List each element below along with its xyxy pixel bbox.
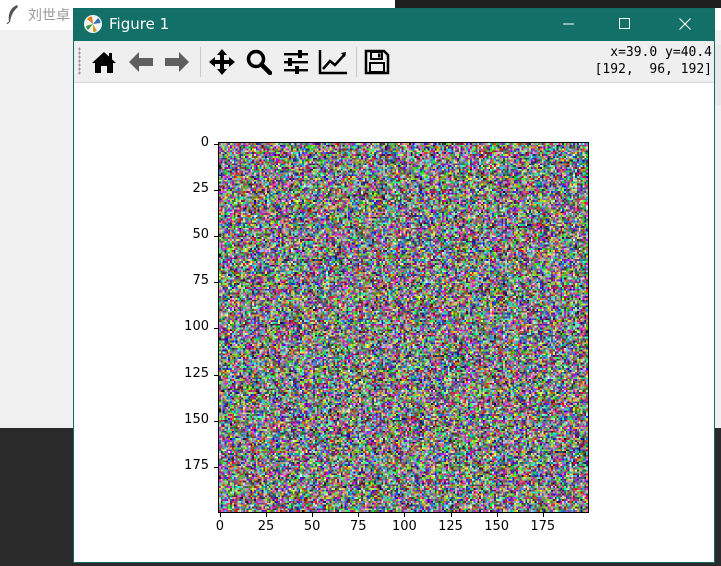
x-tick-label: 175 [530, 519, 556, 534]
forward-button[interactable] [161, 46, 193, 78]
y-tick-mark [214, 466, 218, 468]
window-title: Figure 1 [109, 15, 170, 33]
y-tick-mark [214, 236, 218, 238]
background-window-edge [714, 45, 721, 105]
x-tick-label: 0 [215, 519, 225, 534]
arrow-left-icon [129, 52, 153, 72]
x-tick-label: 75 [350, 519, 367, 534]
x-tick-mark [496, 513, 498, 517]
minimize-button[interactable] [540, 9, 598, 39]
figure-canvas[interactable]: 0 25 50 75 100 125 150 175 0 25 50 75 100 125 150 175 [74, 83, 714, 562]
y-tick-label: 125 [184, 365, 209, 381]
home-icon [92, 52, 116, 73]
minimize-icon [563, 23, 574, 25]
x-tick-mark [219, 513, 221, 517]
y-tick-label: 50 [192, 227, 209, 243]
pan-button[interactable] [206, 46, 238, 78]
random-noise-image [219, 143, 588, 512]
arrow-right-icon [165, 52, 189, 72]
pixel-value-text: [192, 96, 192] [594, 62, 712, 77]
x-tick-label: 100 [392, 519, 417, 534]
floppy-disk-icon [364, 49, 390, 75]
move-icon [209, 49, 235, 75]
close-icon [679, 18, 691, 30]
sliders-icon [284, 50, 308, 74]
matplotlib-logo-icon [84, 15, 102, 33]
y-tick-mark [214, 420, 218, 422]
x-tick-label: 150 [484, 519, 510, 534]
x-tick-label: 50 [303, 519, 321, 534]
maximize-icon [619, 18, 630, 29]
title-bar[interactable]: Figure 1 [74, 9, 714, 41]
edit-axis-button[interactable] [317, 46, 349, 78]
y-tick-mark [214, 143, 218, 145]
close-button[interactable] [656, 9, 714, 39]
x-tick-mark [312, 513, 314, 517]
background-window-title: 刘世卓 [28, 8, 70, 24]
x-tick-mark [266, 513, 268, 517]
x-tick-mark [358, 513, 360, 517]
x-tick-mark [542, 513, 544, 517]
y-tick-label: 0 [200, 134, 209, 150]
toolbar-separator [200, 47, 201, 77]
x-tick-mark [404, 513, 406, 517]
figure-window: Figure 1 x=39.0 y=40.4 [192, 96, 192] 0 … [73, 8, 715, 563]
y-tick-label: 175 [184, 457, 209, 473]
navigation-toolbar: x=39.0 y=40.4 [192, 96, 192] [74, 41, 714, 83]
background-taskbar-strip [395, 0, 721, 8]
y-tick-label: 100 [184, 319, 209, 335]
maximize-button[interactable] [596, 9, 654, 39]
back-button[interactable] [125, 46, 157, 78]
y-tick-mark [214, 282, 218, 284]
toolbar-grip[interactable] [78, 47, 81, 75]
y-tick-label: 75 [192, 273, 209, 289]
magnifier-icon [246, 49, 272, 75]
y-tick-mark [214, 374, 218, 376]
y-tick-label: 25 [192, 181, 209, 197]
line-chart-icon [318, 50, 347, 75]
y-tick-label: 150 [184, 411, 209, 427]
home-button[interactable] [88, 46, 120, 78]
x-tick-label: 125 [438, 519, 463, 534]
cursor-coordinates-readout: x=39.0 y=40.4 [192, 96, 192] [595, 44, 712, 78]
x-tick-label: 25 [257, 519, 275, 534]
y-tick-mark [214, 328, 218, 330]
x-tick-mark [450, 513, 452, 517]
cursor-xy-text: x=39.0 y=40.4 [610, 45, 712, 60]
zoom-button[interactable] [243, 46, 275, 78]
image-axes[interactable] [218, 142, 589, 513]
feather-icon [6, 5, 18, 24]
toolbar-separator [356, 47, 357, 77]
save-button[interactable] [361, 46, 393, 78]
y-tick-mark [214, 190, 218, 192]
configure-subplots-button[interactable] [280, 46, 312, 78]
